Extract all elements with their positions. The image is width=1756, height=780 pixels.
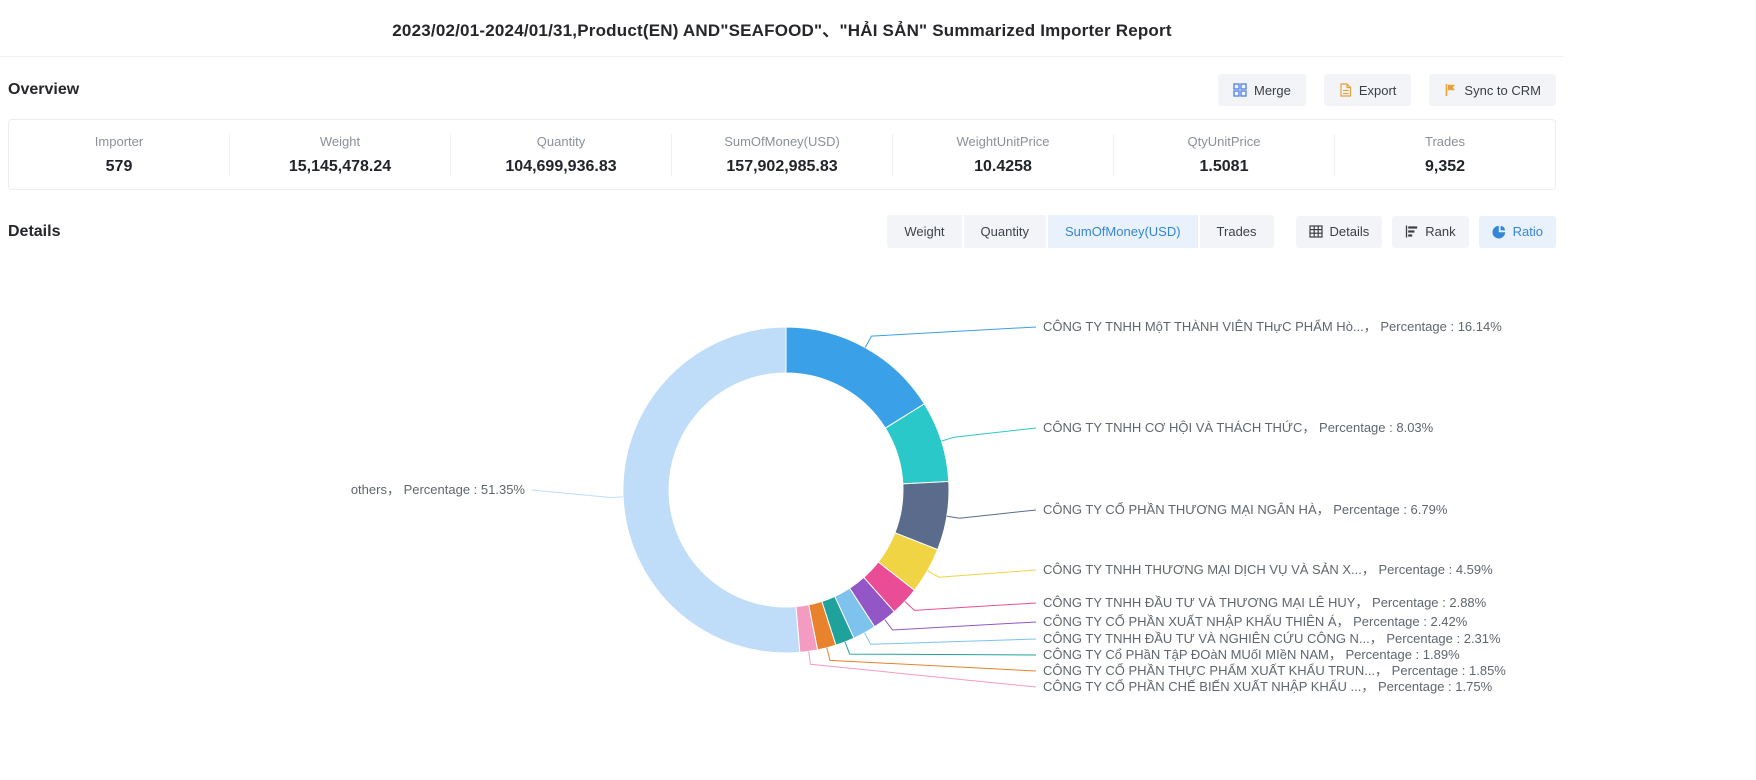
view-ratio-button[interactable]: Ratio — [1479, 216, 1556, 248]
stat-label: SumOfMoney(USD) — [672, 134, 892, 149]
merge-label: Merge — [1254, 84, 1291, 97]
view-rank-label: Rank — [1425, 225, 1455, 238]
ratio-pie-chart: CÔNG TY TNHH MộT THÀNH VIÊN THựC PHẨM Hò… — [0, 278, 1564, 760]
stat-label: Weight — [230, 134, 450, 149]
pie-leader-line — [865, 633, 1037, 644]
pie-label: CÔNG TY CỔ PHẦN THƯƠNG MẠI NGÂN HÀ， Perc… — [1043, 502, 1448, 517]
pie-leader-line — [827, 648, 1036, 671]
view-ratio-label: Ratio — [1513, 225, 1543, 238]
export-label: Export — [1359, 84, 1397, 97]
overview-actions: Merge Export Sync to CRM — [1218, 74, 1556, 106]
pie-leader-line — [865, 327, 1036, 348]
view-details-label: Details — [1330, 225, 1370, 238]
stat-label: Trades — [1335, 134, 1555, 149]
pie-leader-line — [947, 510, 1036, 518]
stat-value: 1.5081 — [1114, 158, 1334, 176]
pie-slice-others[interactable] — [623, 327, 800, 653]
stat-value: 579 — [9, 158, 229, 176]
view-details-button[interactable]: Details — [1296, 216, 1383, 248]
pie-label: CÔNG TY TNHH ĐẦU TƯ VÀ THƯƠNG MẠI LÊ HUY… — [1043, 595, 1487, 610]
merge-button[interactable]: Merge — [1218, 74, 1306, 106]
rank-icon — [1405, 225, 1418, 238]
stat-weightunitprice: WeightUnitPrice 10.4258 — [893, 134, 1114, 176]
title-bar: 2023/02/01-2024/01/31,Product(EN) AND"SE… — [0, 0, 1564, 57]
pie-label: CÔNG TY TNHH ĐẦU TƯ VÀ NGHIÊN CỨU CÔNG N… — [1043, 631, 1501, 646]
stat-value: 15,145,478.24 — [230, 158, 450, 176]
table-icon — [1309, 225, 1323, 238]
stat-sumofmoney: SumOfMoney(USD) 157,902,985.83 — [672, 134, 893, 176]
pie-label: CÔNG TY CỔ PHẦN CHẾ BIẾN XUẤT NHẬP KHẨU … — [1043, 679, 1493, 694]
pie-icon — [1492, 225, 1506, 239]
tab-sumofmoney-usd[interactable]: SumOfMoney(USD) — [1048, 215, 1198, 248]
stat-weight: Weight 15,145,478.24 — [230, 134, 451, 176]
stat-label: WeightUnitPrice — [893, 134, 1113, 149]
stat-importer: Importer 579 — [9, 134, 230, 176]
export-icon — [1339, 83, 1352, 97]
pie-label: CÔNG TY Cổ PHầN TậP ĐOàN MUốI MIềN NAM， … — [1043, 647, 1460, 662]
overview-stats-card: Importer 579 Weight 15,145,478.24 Quanti… — [8, 119, 1556, 190]
tab-weight[interactable]: Weight — [887, 215, 961, 248]
flag-icon — [1444, 83, 1457, 97]
merge-icon — [1233, 83, 1247, 97]
overview-header: Overview Merge Export Sync to CRM — [0, 74, 1564, 106]
details-heading: Details — [8, 223, 60, 241]
pie-label: CÔNG TY TNHH CƠ HỘI VÀ THÁCH THỨC， Perce… — [1043, 420, 1434, 435]
pie-label: CÔNG TY CỔ PHẦN XUẤT NHẬP KHẨU THIÊN Á， … — [1043, 614, 1468, 629]
overview-heading: Overview — [8, 81, 79, 99]
stat-value: 9,352 — [1335, 158, 1555, 176]
stat-quantity: Quantity 104,699,936.83 — [451, 134, 672, 176]
page: 2023/02/01-2024/01/31,Product(EN) AND"SE… — [0, 0, 1564, 780]
view-tabs: Details Rank Ratio — [1296, 216, 1556, 248]
stat-trades: Trades 9,352 — [1335, 134, 1555, 176]
stat-value: 104,699,936.83 — [451, 158, 671, 176]
pie-leader-line — [532, 490, 623, 498]
pie-leader-line — [885, 620, 1036, 630]
pie-leader-line — [942, 428, 1037, 441]
export-button[interactable]: Export — [1324, 74, 1412, 106]
stat-label: Quantity — [451, 134, 671, 149]
tab-trades[interactable]: Trades — [1200, 215, 1274, 248]
pie-label: CÔNG TY CỔ PHẦN THỰC PHẨM XUẤT KHẨU TRUN… — [1043, 663, 1506, 678]
stat-label: QtyUnitPrice — [1114, 134, 1334, 149]
sync-to-crm-label: Sync to CRM — [1464, 84, 1541, 97]
details-controls: Weight Quantity SumOfMoney(USD) Trades D… — [887, 215, 1556, 248]
pie-slice-0[interactable] — [786, 327, 924, 428]
details-header: Details Weight Quantity SumOfMoney(USD) … — [0, 215, 1564, 248]
tab-quantity[interactable]: Quantity — [964, 215, 1046, 248]
pie-label: others， Percentage : 51.35% — [351, 482, 526, 497]
pie-label: CÔNG TY TNHH THƯƠNG MẠI DỊCH VỤ VÀ SẢN X… — [1043, 562, 1493, 577]
page-title: 2023/02/01-2024/01/31,Product(EN) AND"SE… — [392, 16, 1171, 41]
view-rank-button[interactable]: Rank — [1392, 216, 1468, 248]
stat-value: 10.4258 — [893, 158, 1113, 176]
metric-tabs: Weight Quantity SumOfMoney(USD) Trades — [887, 215, 1273, 248]
pie-chart-svg: CÔNG TY TNHH MộT THÀNH VIÊN THựC PHẨM Hò… — [0, 278, 1564, 760]
pie-leader-line — [928, 570, 1036, 577]
pie-label: CÔNG TY TNHH MộT THÀNH VIÊN THựC PHẨM Hò… — [1043, 319, 1502, 334]
sync-to-crm-button[interactable]: Sync to CRM — [1429, 74, 1556, 106]
stat-value: 157,902,985.83 — [672, 158, 892, 176]
stat-qtyunitprice: QtyUnitPrice 1.5081 — [1114, 134, 1335, 176]
stat-label: Importer — [9, 134, 229, 149]
pie-leader-line — [905, 602, 1036, 611]
